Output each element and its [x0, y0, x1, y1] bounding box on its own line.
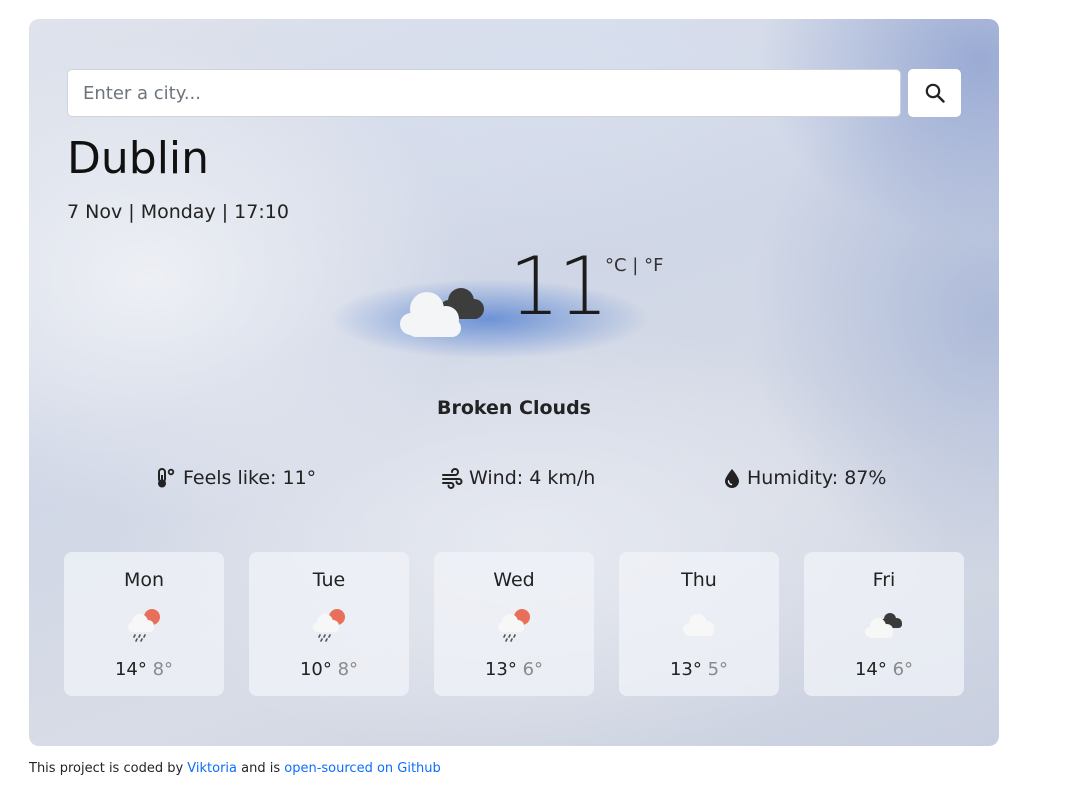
date-time: 7 Nov | Monday | 17:10 [67, 201, 289, 223]
thermometer-icon [158, 468, 175, 488]
wind-stat: Wind: 4 km/h [441, 467, 595, 489]
forecast-day-thu: Thu 13° 5° [619, 552, 779, 696]
cloud-icon [683, 614, 714, 636]
search-button[interactable] [908, 69, 961, 117]
feels-like-text: Feels like: 11° [183, 467, 317, 489]
forecast-temps: 13° 6° [434, 659, 594, 680]
forecast-max: 13° [484, 659, 517, 680]
forecast-day-name: Fri [872, 569, 896, 591]
droplet-icon [725, 469, 739, 488]
forecast-day-wed: Wed 13° 6° [434, 552, 594, 696]
rain-sun-icon [128, 609, 160, 642]
forecast-temps: 14° 8° [64, 659, 224, 680]
author-link[interactable]: Viktoria [187, 761, 237, 776]
forecast-min: 6° [522, 659, 544, 680]
forecast-min: 5° [707, 659, 729, 680]
rain-sun-icon [498, 609, 530, 642]
humidity-stat: Humidity: 87% [723, 467, 886, 489]
search-form [67, 69, 962, 117]
forecast-day-name: Wed [493, 569, 535, 591]
wind-icon [442, 468, 463, 489]
broken-clouds-icon [865, 613, 902, 638]
forecast-min: 6° [892, 659, 914, 680]
forecast-day-name: Thu [681, 569, 717, 591]
forecast-temps: 14° 6° [804, 659, 964, 680]
forecast-max: 14° [114, 659, 147, 680]
forecast-max: 13° [669, 659, 702, 680]
rain-sun-icon [313, 609, 345, 642]
unit-toggle: °C | °F [605, 255, 663, 276]
forecast-day-fri: Fri 14° 6° [804, 552, 964, 696]
wind-text: Wind: 4 km/h [469, 467, 596, 489]
humidity-text: Humidity: 87% [747, 467, 887, 489]
forecast-temps: 10° 8° [249, 659, 409, 680]
weather-description: Broken Clouds [436, 397, 591, 419]
weather-card: Dublin 7 Nov | Monday | 17:10 11 °C | °F… [29, 19, 999, 746]
github-link[interactable]: open-sourced on Github [284, 761, 441, 776]
forecast-temps: 13° 5° [619, 659, 779, 680]
search-icon [925, 83, 945, 103]
forecast-day-tue: Tue 10° 8° [249, 552, 409, 696]
forecast-day-name: Mon [123, 569, 165, 591]
footer-prefix: This project is coded by [29, 761, 188, 776]
forecast-max: 10° [299, 659, 332, 680]
forecast-day-mon: Mon 14° 8° [64, 552, 224, 696]
search-input[interactable] [67, 69, 901, 117]
unit-separator: | [626, 255, 645, 276]
broken-clouds-icon [400, 288, 484, 337]
forecast-min: 8° [152, 659, 174, 680]
feels-like-stat: Feels like: 11° [155, 467, 316, 489]
city-name: Dublin [67, 133, 210, 184]
footer-middle: and is [237, 761, 285, 776]
fahrenheit-link[interactable]: °F [644, 255, 663, 276]
forecast-day-name: Tue [312, 569, 346, 591]
forecast-min: 8° [337, 659, 359, 680]
footer: This project is coded by Viktoria and is… [29, 761, 441, 776]
current-temperature: 11 [509, 240, 609, 333]
forecast-max: 14° [854, 659, 887, 680]
celsius-link[interactable]: °C [605, 255, 627, 276]
